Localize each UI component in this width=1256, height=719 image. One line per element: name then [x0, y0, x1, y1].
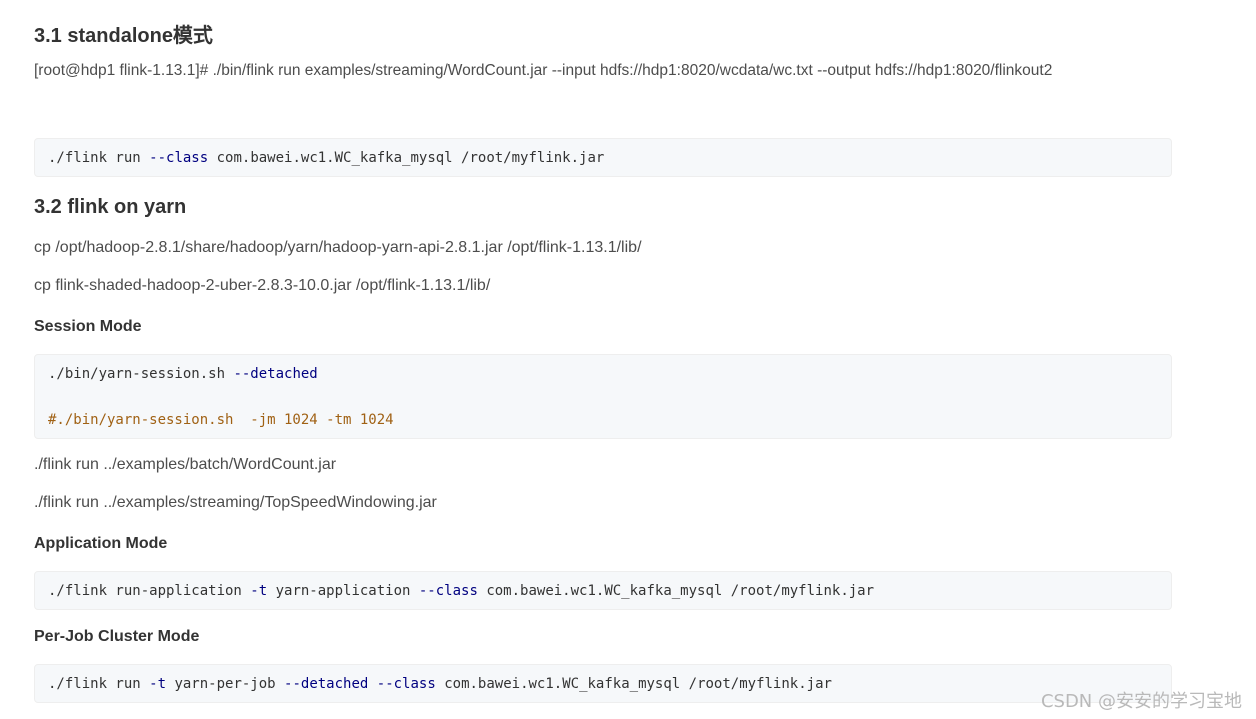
code-keyword: --class: [418, 583, 478, 599]
code-line: ./flink run --class com.bawei.wc1.WC_kaf…: [48, 148, 604, 168]
session-run-topspeed: ./flink run ../examples/streaming/TopSpe…: [34, 494, 437, 511]
code-text: com.bawei.wc1.WC_kafka_mysql /root/myfli…: [477, 583, 875, 599]
code-keyword: --class: [149, 150, 209, 166]
heading-flink-on-yarn: 3.2 flink on yarn: [34, 196, 187, 218]
csdn-watermark: CSDN @安安的学习宝地: [1040, 691, 1242, 712]
code-keyword: --class: [376, 676, 436, 692]
code-text: ./bin/yarn-session.sh: [48, 366, 234, 382]
code-text: com.bawei.wc1.WC_kafka_mysql /root/myfli…: [435, 676, 832, 692]
heading-session-mode: Session Mode: [34, 318, 142, 335]
heading-application-mode: Application Mode: [34, 535, 168, 552]
code-keyword: -t: [250, 583, 268, 599]
code-keyword: --detached: [284, 676, 369, 692]
copy-command-yarn-api: cp /opt/hadoop-2.8.1/share/hadoop/yarn/h…: [34, 239, 642, 256]
code-text: ./flink run-application: [48, 583, 251, 599]
copy-command-shaded-hadoop: cp flink-shaded-hadoop-2-uber-2.8.3-10.0…: [34, 277, 491, 294]
code-text: yarn-per-job: [166, 676, 285, 692]
code-text: ./flink run: [48, 150, 150, 166]
code-text: yarn-application: [267, 583, 419, 599]
code-block-standalone: ./flink run --class com.bawei.wc1.WC_kaf…: [34, 138, 1172, 177]
code-block-per-job: ./flink run -t yarn-per-job --detached -…: [34, 664, 1172, 703]
code-comment: #./bin/yarn-session.sh -jm 1024 -tm 1024: [48, 412, 394, 428]
heading-per-job-mode: Per-Job Cluster Mode: [34, 628, 200, 645]
code-keyword: --detached: [233, 366, 318, 382]
code-line: ./flink run -t yarn-per-job --detached -…: [48, 674, 832, 694]
heading-standalone-mode: 3.1 standalone模式: [34, 25, 213, 47]
code-keyword: -t: [149, 676, 167, 692]
code-text: com.bawei.wc1.WC_kafka_mysql /root/myfli…: [208, 150, 605, 166]
code-block-application: ./flink run-application -t yarn-applicat…: [34, 571, 1172, 610]
code-block-session: ./bin/yarn-session.sh --detached #./bin/…: [34, 354, 1172, 439]
session-run-wordcount: ./flink run ../examples/batch/WordCount.…: [34, 456, 337, 473]
code-text: ./flink run: [48, 676, 150, 692]
standalone-run-command: [root@hdp1 flink-1.13.1]# ./bin/flink ru…: [34, 62, 1053, 79]
code-line: ./bin/yarn-session.sh --detached: [48, 364, 318, 384]
code-line: ./flink run-application -t yarn-applicat…: [48, 581, 874, 601]
